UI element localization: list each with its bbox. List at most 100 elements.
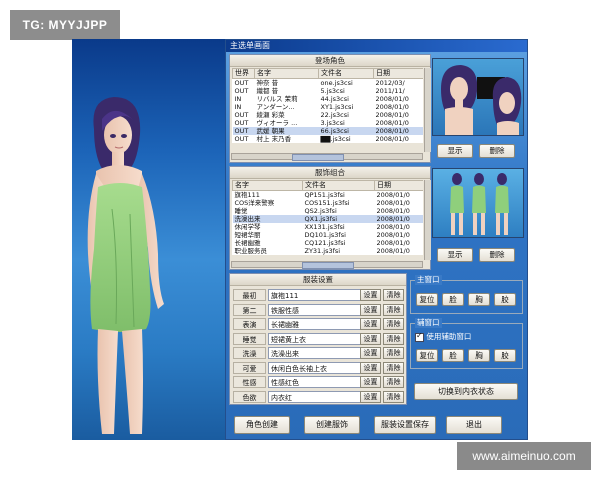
character-cell: 2012/03/ bbox=[375, 79, 405, 87]
character-row[interactable]: IN アンダーン... XY1.js3csi 2008/01/0 bbox=[233, 103, 424, 111]
character-cell: XY1.js3csi bbox=[320, 103, 354, 111]
characters-table-wrap: 世界 名字 文件名 日期 OUT 神奈 昔 one.js3csi 2012/03/OUT 織都… bbox=[232, 68, 423, 152]
costume-set-button[interactable]: 设置 bbox=[360, 318, 381, 330]
outfit-column-header[interactable]: 名字 bbox=[232, 180, 303, 191]
characters-vertical-scrollbar[interactable] bbox=[424, 68, 431, 152]
character-row[interactable]: OUT ヴィオーラ ... 3.js3csi 2008/01/0 bbox=[233, 119, 424, 127]
costume-set-button[interactable]: 设置 bbox=[360, 376, 381, 388]
costume-clear-button[interactable]: 清除 bbox=[383, 303, 404, 316]
costume-set-button[interactable]: 设置 bbox=[360, 289, 381, 301]
outfit-cell: 短裙华丽 bbox=[234, 231, 261, 239]
character-row[interactable]: OUT 綾瀬 彩菜 22.js3csi 2008/01/0 bbox=[233, 111, 424, 119]
character-row[interactable]: OUT 武媛 朝果 66.js3csi 2008/01/0 bbox=[232, 127, 423, 135]
aux-window-checkbox-row[interactable]: ✓ 使用辅助窗口 bbox=[415, 330, 471, 342]
outfit-row[interactable]: COS洋来警察 COS151.js3fsi 2008/01/0 bbox=[233, 199, 424, 207]
aux-window-checkbox[interactable]: ✓ bbox=[415, 330, 424, 342]
outfit-column-header[interactable]: 日期 bbox=[374, 180, 423, 191]
main-menu-window: 主选单画面 登场角色 世界 名字 文件名 日期 OUT 神奈 昔 one.js3csi 20… bbox=[225, 39, 528, 440]
outfit-row[interactable]: 旗袍111 QP151.js3fsi 2008/01/0 bbox=[233, 191, 424, 200]
outfit-delete-button[interactable]: 删除 bbox=[479, 248, 515, 262]
characters-column-header[interactable]: 世界 bbox=[232, 68, 255, 79]
outfit-thumbnail bbox=[432, 168, 524, 238]
outfit-panel-title: 服饰组合 bbox=[230, 167, 430, 179]
character-row[interactable]: OUT 神奈 昔 one.js3csi 2012/03/ bbox=[233, 79, 424, 88]
outfit-column-header[interactable]: 文件名 bbox=[302, 180, 375, 191]
costume-clear-button[interactable]: 清除 bbox=[383, 318, 404, 330]
outfit-cell: 2008/01/0 bbox=[376, 199, 410, 207]
costume-set-button[interactable]: 设置 bbox=[360, 347, 381, 359]
outfit-cell: ZY31.js3fsi bbox=[304, 247, 341, 255]
outfit-cell: 2008/01/0 bbox=[376, 207, 410, 215]
aux-window-title: 辅窗口 bbox=[415, 318, 442, 328]
costume-clear-button[interactable]: 清除 bbox=[383, 332, 404, 345]
costume-set-button[interactable]: 设置 bbox=[360, 361, 381, 374]
outfit-cell: 2008/01/0 bbox=[376, 247, 410, 255]
character-row[interactable]: OUT 織都 昔 5.js3csi 2011/11/ bbox=[233, 87, 424, 95]
aux-window-button-3[interactable]: 胸 bbox=[468, 349, 490, 362]
outfit-row[interactable]: 睡觉 QS2.js3fsi 2008/01/0 bbox=[233, 207, 424, 215]
main-window-button-1[interactable]: 复位 bbox=[416, 293, 438, 306]
costume-set-button[interactable]: 设置 bbox=[360, 390, 381, 403]
aux-window-button-4[interactable]: 胶 bbox=[494, 349, 516, 362]
character-cell: ▇▇.js3csi bbox=[320, 135, 351, 143]
character-cell: 22.js3csi bbox=[320, 111, 349, 119]
outfit-cell: 休闲学琴 bbox=[234, 223, 261, 231]
character-cell: OUT bbox=[234, 119, 249, 127]
outfit-horizontal-scrollbar[interactable] bbox=[231, 261, 423, 269]
outfit-cell: 长裙幽雅 bbox=[234, 239, 261, 247]
character-row[interactable]: OUT 村上 末乃香 ▇▇.js3csi 2008/01/0 bbox=[233, 135, 424, 143]
character-cell: 織都 昔 bbox=[256, 87, 279, 95]
costume-slot-label: 表演 bbox=[233, 318, 266, 330]
switch-to-underwear-button[interactable]: 切换到内衣状态 bbox=[414, 383, 518, 400]
outfit-row[interactable]: 洗澡出来 QX1.js3fsi 2008/01/0 bbox=[232, 215, 423, 223]
main-window-group: 主窗口 复位脸胸胶 bbox=[410, 275, 523, 314]
bottom-button-2[interactable]: 创建服饰 bbox=[304, 416, 360, 434]
outfit-table: 名字 文件名 日期 旗袍111 QP151.js3fsi 2008/01/0 COS洋来警… bbox=[232, 180, 423, 255]
character-cell: 2008/01/0 bbox=[373, 127, 423, 135]
outfit-row[interactable]: 职业服务员 ZY31.js3fsi 2008/01/0 bbox=[233, 247, 424, 255]
bottom-button-1[interactable]: 角色创建 bbox=[234, 416, 290, 434]
costume-slot-label: 色欲 bbox=[233, 390, 266, 403]
character-cell: 3.js3csi bbox=[320, 119, 345, 127]
aux-window-button-1[interactable]: 复位 bbox=[416, 349, 438, 362]
watermark-bottom: www.aimeinuo.com bbox=[457, 442, 591, 470]
outfit-vertical-scrollbar[interactable] bbox=[424, 180, 431, 260]
costume-settings-panel: 服装设置 最初 旗袍111 设置 清除 第二 铁服性感 设置 清除 表演 长裙幽雅 设置 清除 睡觉 短裙… bbox=[229, 273, 407, 405]
main-window-button-2[interactable]: 脸 bbox=[442, 293, 464, 306]
costume-clear-button[interactable]: 清除 bbox=[383, 361, 404, 374]
costume-clear-button[interactable]: 清除 bbox=[383, 376, 404, 388]
costume-set-button[interactable]: 设置 bbox=[360, 332, 381, 345]
outfit-row[interactable]: 长裙幽雅 CQ121.js3fsi 2008/01/0 bbox=[233, 239, 424, 247]
outfit-row[interactable]: 短裙华丽 DQ101.js3fsi 2008/01/0 bbox=[233, 231, 424, 239]
outfit-cell: 2008/01/0 bbox=[374, 215, 423, 223]
outfit-cell: 职业服务员 bbox=[234, 247, 268, 255]
main-window-button-4[interactable]: 胶 bbox=[494, 293, 516, 306]
costume-clear-button[interactable]: 清除 bbox=[383, 289, 404, 301]
costume-clear-button[interactable]: 清除 bbox=[383, 347, 404, 359]
characters-horizontal-scrollbar[interactable] bbox=[231, 153, 423, 161]
main-window-button-3[interactable]: 胸 bbox=[468, 293, 490, 306]
outfit-show-button[interactable]: 显示 bbox=[437, 248, 473, 262]
characters-column-header[interactable]: 名字 bbox=[254, 68, 319, 79]
costume-slot-label: 性感 bbox=[233, 376, 266, 388]
costume-slot-label: 睡觉 bbox=[233, 332, 266, 345]
character-cell: 5.js3csi bbox=[320, 87, 345, 95]
costume-slot-label: 洗澡 bbox=[233, 347, 266, 359]
characters-column-header[interactable]: 文件名 bbox=[318, 68, 374, 79]
outfit-cell: 睡觉 bbox=[234, 207, 248, 215]
costume-settings-title: 服装设置 bbox=[230, 274, 406, 286]
portrait-show-button[interactable]: 显示 bbox=[437, 144, 473, 158]
outfit-cell: 2008/01/0 bbox=[376, 223, 410, 231]
characters-column-header[interactable]: 日期 bbox=[373, 68, 423, 79]
costume-set-button[interactable]: 设置 bbox=[360, 303, 381, 316]
character-cell: 神奈 昔 bbox=[256, 79, 279, 87]
bottom-button-3[interactable]: 服装设置保存 bbox=[374, 416, 436, 434]
character-row[interactable]: IN リバルス 茉莉 44.js3csi 2008/01/0 bbox=[233, 95, 424, 103]
costume-clear-button[interactable]: 清除 bbox=[383, 390, 404, 403]
aux-window-button-2[interactable]: 脸 bbox=[442, 349, 464, 362]
portrait-delete-button[interactable]: 删除 bbox=[479, 144, 515, 158]
character-cell: 2008/01/0 bbox=[375, 95, 409, 103]
bottom-button-4[interactable]: 退出 bbox=[446, 416, 502, 434]
outfit-row[interactable]: 休闲学琴 XX131.js3fsi 2008/01/0 bbox=[233, 223, 424, 231]
checkmark-icon: ✓ bbox=[416, 330, 423, 340]
